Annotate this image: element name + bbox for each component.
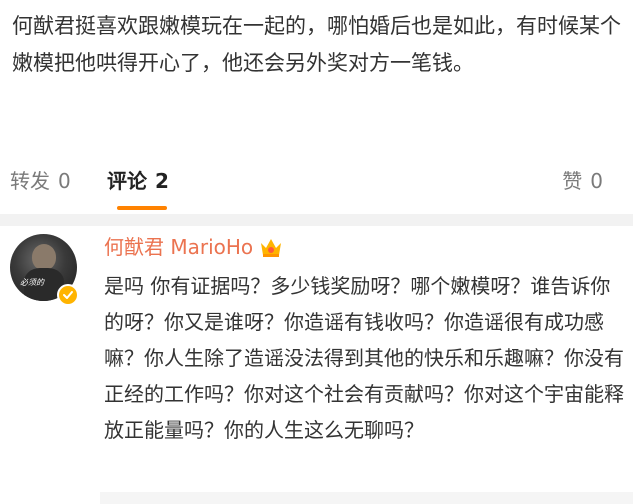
section-divider [0, 214, 633, 226]
tab-likes[interactable]: 赞 0 [562, 166, 603, 196]
active-tab-indicator [117, 206, 167, 210]
tab-comments-count: 2 [155, 169, 169, 193]
tab-repost[interactable]: 转发 0 [10, 166, 71, 196]
comment-item: 必须的 何猷君 MarioHo 是吗 你有证据吗？多少钱奖励呀？哪个嫩模呀？谁告… [0, 226, 633, 504]
avatar-watermark: 必须的 [20, 278, 44, 287]
tab-repost-count: 0 [58, 169, 71, 193]
comment-author-name: 何猷君 MarioHo [104, 235, 254, 259]
avatar-person-head [32, 244, 56, 270]
crown-icon [259, 236, 283, 258]
comment-author[interactable]: 何猷君 MarioHo [104, 232, 283, 262]
comment-body: 是吗 你有证据吗？多少钱奖励呀？哪个嫩模呀？谁告诉你的呀？你又是谁呀？你造谣有钱… [104, 274, 624, 442]
tab-comments-label: 评论 [107, 169, 147, 193]
interaction-tabs: 转发 0 评论 2 赞 0 [0, 160, 633, 212]
post-text: 何猷君挺喜欢跟嫩模玩在一起的，哪怕婚后也是如此，有时候某个嫩模把他哄得开心了，他… [12, 14, 621, 75]
reply-preview-box[interactable] [100, 492, 633, 504]
tab-likes-count: 0 [590, 169, 603, 193]
tab-repost-label: 转发 [10, 169, 50, 193]
tab-comments[interactable]: 评论 2 [107, 166, 169, 196]
verified-badge-icon [57, 284, 79, 306]
tab-likes-label: 赞 [562, 169, 583, 193]
